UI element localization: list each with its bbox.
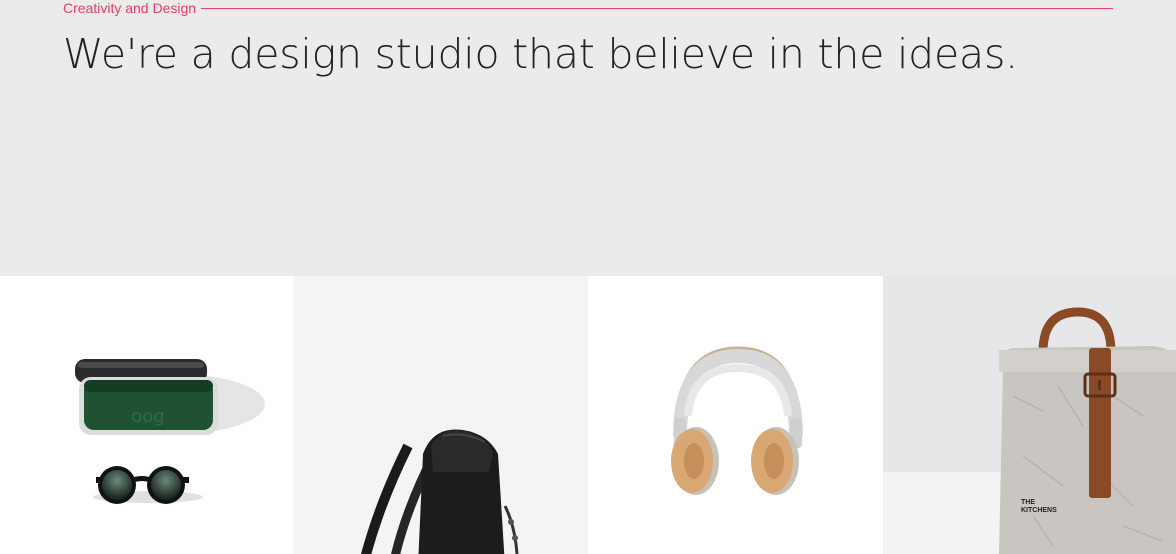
eyebrow-divider	[201, 7, 1113, 9]
gallery-tile-backpack[interactable]	[293, 276, 588, 554]
product-gallery: oog THE KITCHENS	[0, 276, 1176, 554]
paper-lunch-bag-image: THE KITCHENS	[883, 307, 1176, 554]
eyebrow-row: Creativity and Design	[63, 0, 1113, 16]
bag-label-line-2: KITCHENS	[1021, 507, 1057, 514]
gallery-tile-glasses[interactable]: oog	[0, 276, 293, 554]
headphones-image	[671, 346, 803, 495]
hero-section: Creativity and Design We're a design stu…	[0, 0, 1176, 276]
gallery-tile-lunch-bag[interactable]: THE KITCHENS	[883, 276, 1176, 554]
case-logo: oog	[131, 406, 164, 427]
hero-headline: We're a design studio that believe in th…	[63, 30, 1018, 78]
gallery-tile-headphones[interactable]	[588, 276, 883, 554]
glasses-case-and-sunglasses-image: oog	[75, 359, 265, 504]
bag-label-line-1: THE	[1021, 499, 1035, 506]
eyebrow-label: Creativity and Design	[63, 0, 197, 16]
black-backpack-image	[360, 429, 519, 554]
